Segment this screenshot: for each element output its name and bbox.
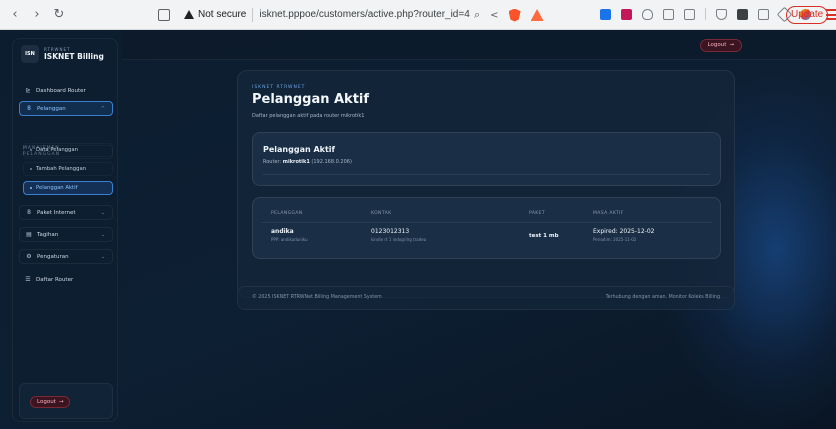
customer-period: Periodim: 2025-11-02 [593, 237, 637, 242]
address-bar-actions: ⌕ < [474, 8, 544, 22]
extension-icon[interactable] [621, 8, 632, 20]
page-footer: © 2025 ISKNET RTRWNet Billing Management… [237, 286, 735, 310]
logout-button-sidebar[interactable]: Logout → [30, 396, 71, 408]
security-indicator[interactable]: Not secure [184, 9, 246, 20]
router-info-card: Pelanggan Aktif Router: mikrotik1 (192.1… [252, 132, 721, 186]
sidebar-item-tagihan[interactable]: ▤ Tagihan ⌄ [19, 227, 113, 242]
menu-icon[interactable] [826, 9, 836, 20]
chevron-down-icon: ⌄ [100, 209, 105, 216]
router-info: Router: mikrotik1 (192.168.0.206) [263, 159, 352, 165]
page: Logout → ISN RTRWNET ISKNET Billing ⊵ Da… [0, 30, 836, 429]
footer-copyright: © 2025 ISKNET RTRWNet Billing Management… [252, 295, 382, 300]
brand-logo: ISN [21, 45, 39, 63]
chevron-down-icon: ⌄ [100, 231, 105, 238]
extension-icon[interactable] [600, 8, 611, 20]
forward-icon[interactable]: › [30, 7, 44, 22]
sidebar-item-dashboard-router[interactable]: ⊵ Dashboard Router [19, 83, 113, 98]
sidebar-subitem-label: Tambah Pelanggan [36, 166, 87, 172]
address-bar[interactable]: isknet.pppoe/customers/active.php?router… [259, 9, 469, 20]
sidebar-subitem-tambah-pelanggan[interactable]: Tambah Pelanggan [23, 162, 113, 176]
sidebar-item-label: Paket Internet [37, 209, 76, 216]
page-title: Pelanggan Aktif [252, 92, 370, 107]
logout-arrow-icon: → [58, 399, 64, 405]
reload-icon[interactable]: ↻ [52, 7, 66, 22]
sidebar-item-label: Daftar Router [36, 276, 74, 283]
divider [261, 222, 712, 223]
column-header-pelanggan: PELANGGAN [271, 211, 303, 216]
customer-name: andika [271, 228, 294, 235]
back-icon[interactable]: ‹ [8, 7, 22, 22]
bookmark-icon[interactable] [158, 8, 170, 21]
sidebar-item-pelanggan[interactable]: 8 Pelanggan ^ [19, 101, 113, 116]
sidebar-item-label: Pelanggan [37, 105, 66, 112]
brave-shield-icon[interactable] [508, 8, 521, 22]
extension-icons [600, 6, 811, 22]
footer-status: Terhubung dengan aman. Monitor Koleks Bi… [605, 295, 720, 300]
sidebar-item-pengaturan[interactable]: ⚙ Pengaturan ⌄ [19, 249, 113, 264]
user-icon: 8 [27, 105, 31, 112]
sidebar-subitem-label: Data Pelanggan [36, 147, 78, 153]
warning-icon [184, 10, 194, 19]
sidebar-footer: Logout → [19, 383, 113, 419]
bullet-icon [30, 187, 32, 189]
sidebar-item-paket-internet[interactable]: 8 Paket Internet ⌄ [19, 205, 113, 220]
column-header-masa-aktif: MASA AKTIF [593, 211, 624, 216]
customer-ppp: PPP: andikaduniku [271, 237, 308, 242]
page-eyebrow: ISKNET RTRWNET [252, 85, 306, 90]
puzzle-icon[interactable] [663, 8, 674, 20]
sidebar-item-label: Pengaturan [37, 253, 69, 260]
browser-toolbar: ‹ › ↻ Not secure isknet.pppoe/customers/… [0, 0, 836, 30]
divider [705, 8, 706, 20]
topbar: Logout → [122, 30, 836, 60]
customer-address: kindie rt 1 indogrilrg tradea [371, 237, 427, 242]
sidebar-item-daftar-router[interactable]: ☰ Daftar Router [19, 272, 113, 287]
brand-name: ISKNET Billing [44, 52, 104, 61]
customer-package: test 1 mb [529, 233, 559, 239]
sidebar-subitem-label: Pelanggan Aktif [36, 185, 78, 191]
customer-phone: 0123012313 [371, 228, 410, 235]
divider [263, 174, 710, 175]
chevron-down-icon: ⌄ [100, 253, 105, 260]
column-header-paket: PAKET [529, 211, 546, 216]
brave-rewards-icon[interactable] [530, 9, 544, 21]
gear-icon: ⚙ [26, 253, 32, 260]
receipt-icon: ▤ [26, 231, 32, 238]
column-header-kontak: KONTAK [371, 211, 392, 216]
chart-icon: ⊵ [25, 87, 31, 94]
share-icon[interactable]: < [490, 10, 498, 21]
sidebar-item-label: Dashboard Router [36, 87, 86, 94]
logout-label: Logout [37, 399, 56, 405]
shield-icon[interactable] [642, 8, 653, 20]
bullet-icon [30, 149, 32, 151]
logout-button-top[interactable]: Logout → [699, 39, 742, 52]
divider [252, 7, 254, 22]
sidebar-subitem-pelanggan-aktif[interactable]: Pelanggan Aktif [23, 181, 113, 195]
chevron-up-icon: ^ [100, 105, 105, 112]
sidebar-icon[interactable] [737, 8, 748, 20]
music-icon[interactable] [716, 8, 727, 20]
logout-label: Logout [707, 42, 727, 48]
logout-arrow-icon: → [729, 42, 734, 48]
customers-table: PELANGGAN KONTAK PAKET MASA AKTIF andika… [252, 197, 721, 259]
update-button[interactable]: Update [786, 6, 829, 24]
main-card: ISKNET RTRWNET Pelanggan Aktif Daftar pe… [237, 70, 735, 298]
page-description: Daftar pelanggan aktif pada router mikro… [252, 113, 365, 119]
sidebar-subitem-data-pelanggan[interactable]: Data Pelanggan [23, 143, 113, 157]
brand[interactable]: ISN RTRWNET ISKNET Billing [21, 45, 104, 63]
reader-icon[interactable] [684, 8, 695, 20]
list-icon: ☰ [25, 276, 31, 283]
security-label: Not secure [198, 9, 247, 20]
router-name: mikrotik1 [282, 159, 310, 165]
router-prefix: Router: [263, 159, 282, 165]
bullet-icon [30, 168, 32, 170]
sidebar: ISN RTRWNET ISKNET Billing ⊵ Dashboard R… [12, 38, 118, 422]
zoom-icon[interactable]: ⌕ [474, 8, 480, 22]
sidebar-item-label: Tagihan [37, 231, 59, 238]
router-card-title: Pelanggan Aktif [263, 145, 336, 154]
router-ip: (192.168.0.206) [311, 159, 352, 165]
customer-expired: Expired: 2025-12-02 [593, 228, 655, 235]
box-icon: 8 [27, 209, 31, 216]
wallet-icon[interactable] [758, 8, 769, 20]
